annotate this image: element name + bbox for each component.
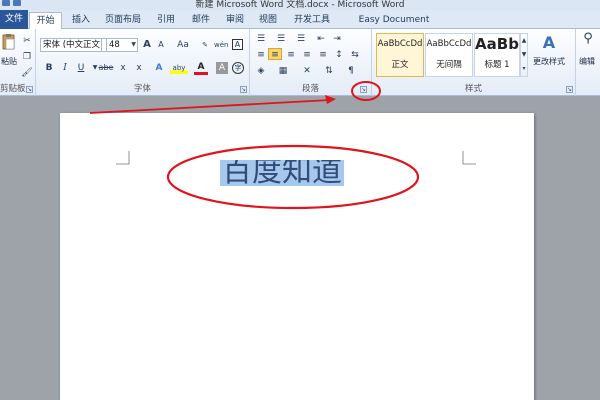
styles-scroll[interactable]: ▲ ▼ ▾ — [520, 33, 528, 77]
grow-font-icon[interactable]: A — [140, 39, 154, 51]
paragraph-group-label: 段落 — [301, 84, 319, 94]
margin-mark-top-left — [116, 151, 130, 165]
font-name-combo[interactable]: 宋体 (中文正文 — [40, 38, 102, 52]
paragraph-group: ☰ ☰ ☰ ⇤ ⇥ ≡ ≡ ≡ ≡ ≡ ↕ ⇆ ◈ ▦ ✕ ⇅ ¶ 段落 ↘ — [250, 29, 372, 96]
tab-page-layout[interactable]: 页面布局 — [100, 12, 146, 29]
style-sample: AaBbCcDd — [426, 39, 472, 49]
styles-group: AaBbCcDd 正文 AaBbCcDd 无间隔 AaBb 标题 1 ▲ ▼ ▾ A… — [372, 29, 576, 96]
ribbon-tabs: 文件 开始 插入 页面布局 引用 邮件 审阅 视图 开发工具 Easy Docu… — [0, 10, 600, 41]
style-normal[interactable]: AaBbCcDd 正文 — [376, 33, 424, 77]
distributed-icon[interactable]: ≡ — [316, 49, 330, 61]
strikethrough-icon[interactable]: abe — [98, 62, 114, 74]
document-page[interactable]: 百度知道 — [60, 113, 534, 400]
font-group: 宋体 (中文正文 ▼ 48 ▼ A A Aa ✎ wén A B I U ▼ a… — [36, 29, 250, 96]
editing-group: ⚲ 编辑 — [576, 29, 600, 96]
chinese-layout-icon[interactable]: ✕ — [300, 65, 314, 77]
clipboard-group: 粘贴 ✂ ❐ 🖌 剪贴板 ↘ — [0, 29, 36, 96]
tab-references[interactable]: 引用 — [152, 12, 180, 29]
tab-home[interactable]: 开始 — [29, 12, 62, 30]
change-styles-icon[interactable]: A — [538, 33, 560, 53]
bullets-icon[interactable]: ☰ — [254, 33, 268, 45]
character-shading-icon[interactable]: A — [216, 62, 228, 74]
ribbon: 粘贴 ✂ ❐ 🖌 剪贴板 ↘ 宋体 (中文正文 ▼ 48 ▼ A A Aa ✎ … — [0, 29, 600, 96]
line-spacing-icon[interactable]: ↕ — [332, 49, 346, 61]
highlight-icon[interactable]: aby — [170, 62, 188, 74]
superscript-icon[interactable]: x — [132, 62, 146, 74]
style-sample: AaBbCcDd — [377, 39, 423, 49]
style-name: 无间隔 — [436, 60, 462, 70]
binoculars-icon[interactable]: ⚲ — [580, 32, 596, 51]
asian-layout-icon[interactable]: ⇆ — [348, 49, 362, 61]
paragraph-dialog-launcher[interactable]: ↘ — [360, 86, 367, 93]
decrease-indent-icon[interactable]: ⇤ — [314, 33, 328, 45]
multilevel-list-icon[interactable]: ☰ — [294, 33, 308, 45]
font-dialog-launcher[interactable]: ↘ — [240, 86, 247, 93]
font-group-label: 字体 — [133, 84, 151, 94]
sort-icon[interactable]: ⇅ — [322, 65, 336, 77]
italic-icon[interactable]: I — [58, 62, 72, 74]
margin-mark-top-right — [462, 151, 476, 165]
tab-mailings[interactable]: 邮件 — [187, 12, 215, 29]
shrink-font-icon[interactable]: A — [154, 39, 168, 51]
tab-insert[interactable]: 插入 — [66, 12, 96, 29]
paste-label[interactable]: 粘贴 — [0, 55, 18, 69]
clear-format-icon[interactable]: ✎ — [198, 39, 212, 51]
justify-icon[interactable]: ≡ — [300, 49, 314, 61]
bold-icon[interactable]: B — [42, 62, 56, 74]
tab-review[interactable]: 审阅 — [221, 12, 249, 29]
style-sample: AaBb — [475, 35, 519, 53]
selected-heading-text[interactable]: 百度知道 — [220, 160, 344, 186]
align-left-icon[interactable]: ≡ — [254, 49, 268, 61]
styles-dialog-launcher[interactable]: ↘ — [566, 86, 573, 93]
font-color-icon[interactable]: A — [194, 62, 208, 75]
style-heading-1[interactable]: AaBb 标题 1 — [474, 33, 520, 77]
format-painter-icon[interactable]: 🖌 — [20, 67, 34, 79]
title-bar: 新建 Microsoft Word 文档.docx - Microsoft Wo… — [0, 0, 600, 10]
copy-icon[interactable]: ❐ — [20, 51, 34, 63]
phonetic-guide-icon[interactable]: wén — [214, 39, 228, 51]
styles-group-label: 样式 — [464, 84, 482, 94]
show-marks-icon[interactable]: ¶ — [344, 65, 358, 77]
paragraph-shading-icon[interactable]: ◈ — [254, 65, 268, 77]
text-effects-icon[interactable]: A — [152, 62, 166, 74]
borders-icon[interactable]: ▦ — [276, 65, 290, 77]
enclose-characters-icon[interactable]: 字 — [232, 62, 244, 74]
align-center-icon[interactable]: ≡ — [268, 48, 282, 60]
underline-icon[interactable]: U — [74, 62, 88, 74]
change-styles-button[interactable]: 更改样式 — [528, 55, 570, 69]
font-size-value: 48 — [109, 40, 120, 50]
editing-button[interactable]: 编辑 — [576, 55, 598, 69]
window-title: 新建 Microsoft Word 文档.docx - Microsoft Wo… — [195, 0, 405, 10]
increase-indent-icon[interactable]: ⇥ — [330, 33, 344, 45]
change-case-icon[interactable]: Aa — [174, 39, 192, 51]
tab-easy-document-creator[interactable]: Easy Document Creator — [344, 12, 444, 41]
document-area[interactable]: 百度知道 — [0, 96, 600, 400]
chevron-down-icon: ▼ — [131, 41, 136, 48]
subscript-icon[interactable]: x — [116, 62, 130, 74]
clipboard-dialog-launcher[interactable]: ↘ — [26, 86, 33, 93]
style-name: 正文 — [391, 60, 409, 70]
align-right-icon[interactable]: ≡ — [284, 49, 298, 61]
tab-file[interactable]: 文件 — [0, 10, 28, 29]
font-name-value: 宋体 (中文正文 — [43, 40, 101, 50]
numbering-icon[interactable]: ☰ — [274, 33, 288, 45]
font-size-combo[interactable]: 48 ▼ — [106, 38, 138, 52]
tab-developer[interactable]: 开发工具 — [289, 12, 335, 29]
tab-view[interactable]: 视图 — [254, 12, 282, 29]
cut-icon[interactable]: ✂ — [20, 35, 34, 47]
character-border-icon[interactable]: A — [232, 39, 243, 50]
style-name: 标题 1 — [484, 60, 510, 70]
paste-icon[interactable] — [2, 33, 16, 51]
style-no-spacing[interactable]: AaBbCcDd 无间隔 — [425, 33, 473, 77]
